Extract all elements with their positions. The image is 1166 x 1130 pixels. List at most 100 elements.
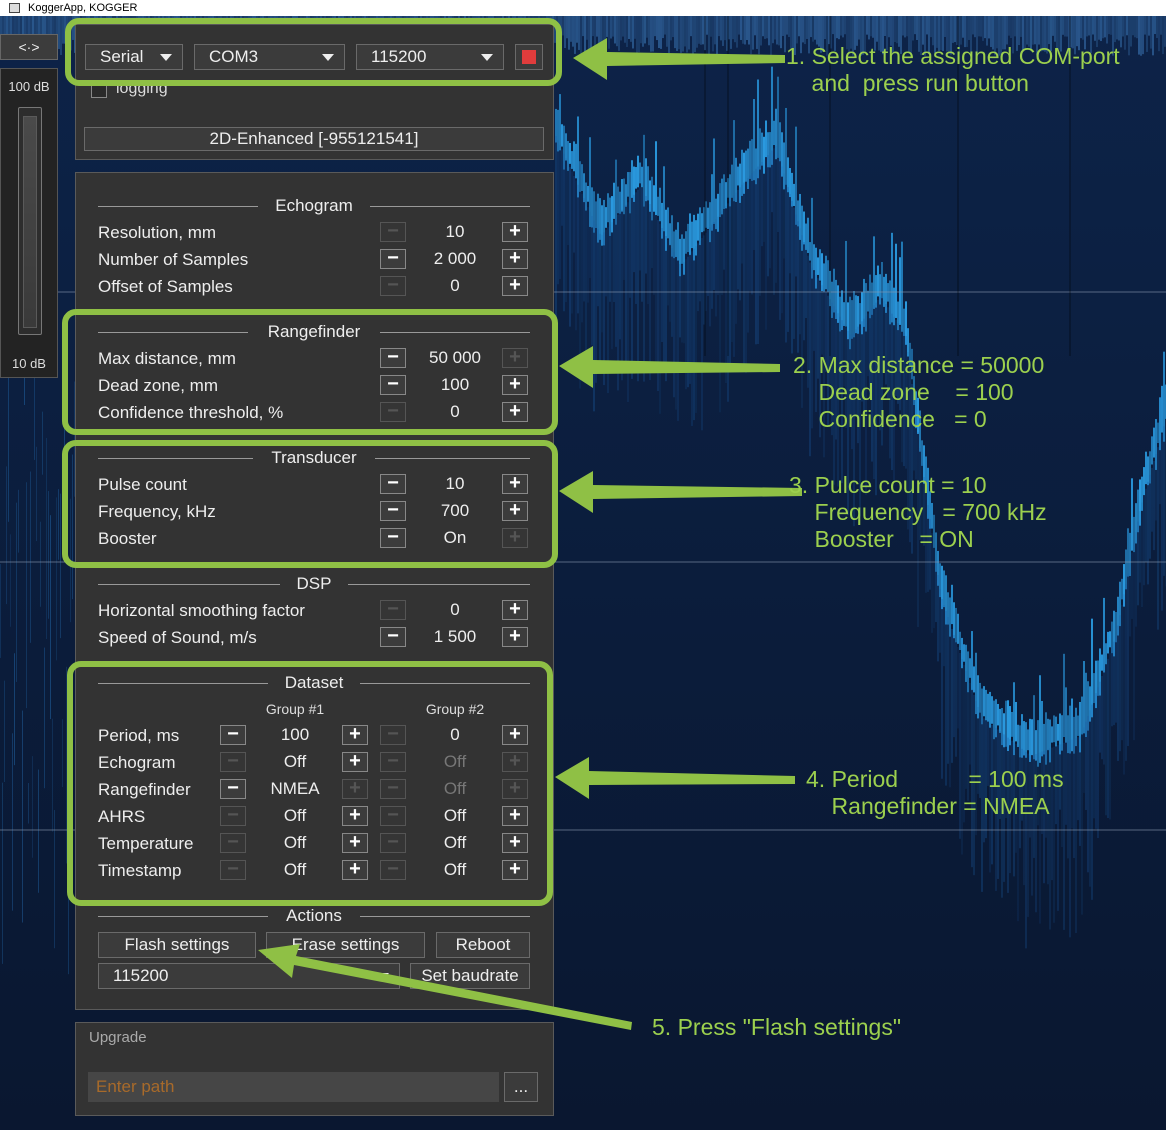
increment-button[interactable]: + bbox=[502, 778, 528, 799]
decrement-button[interactable]: − bbox=[380, 347, 406, 368]
group1-header: Group #1 bbox=[265, 701, 325, 717]
decrement-button[interactable]: − bbox=[380, 778, 406, 799]
booster-label: Booster bbox=[98, 529, 157, 548]
speed-of-sound-label: Speed of Sound, m/s bbox=[98, 628, 257, 647]
period-g2-spinbox[interactable]: −0 + bbox=[380, 723, 530, 747]
increment-button[interactable]: + bbox=[502, 500, 528, 521]
decrement-button[interactable]: − bbox=[380, 275, 406, 296]
period-g1-spinbox[interactable]: −100 + bbox=[220, 723, 370, 747]
samples-spinbox[interactable]: −2 000 + bbox=[380, 247, 530, 271]
reboot-button[interactable]: Reboot bbox=[436, 932, 530, 958]
run-button[interactable] bbox=[515, 44, 543, 70]
arrows-horizontal-icon: <·> bbox=[18, 39, 40, 55]
decrement-button[interactable]: − bbox=[220, 805, 246, 826]
timestamp-g1-spinbox[interactable]: − Off + bbox=[220, 858, 370, 882]
resolution-label: Resolution, mm bbox=[98, 223, 217, 242]
section-dsp: DSP bbox=[98, 573, 530, 595]
increment-button[interactable]: + bbox=[502, 275, 528, 296]
decrement-button[interactable]: − bbox=[380, 527, 406, 548]
connection-type-select[interactable]: Serial bbox=[85, 44, 183, 70]
increment-button[interactable]: + bbox=[502, 832, 528, 853]
logging-checkbox[interactable] bbox=[91, 82, 107, 98]
upgrade-path-input[interactable] bbox=[88, 1072, 499, 1102]
decrement-button[interactable]: − bbox=[380, 221, 406, 242]
decrement-button[interactable]: − bbox=[380, 859, 406, 880]
decrement-button[interactable]: − bbox=[220, 832, 246, 853]
increment-button[interactable]: + bbox=[502, 805, 528, 826]
mode-button[interactable]: 2D-Enhanced [-955121541] bbox=[84, 127, 544, 151]
dead-zone-spinbox[interactable]: −100 + bbox=[380, 373, 530, 397]
increment-button[interactable]: + bbox=[502, 401, 528, 422]
increment-button[interactable]: + bbox=[342, 724, 368, 745]
samples-label: Number of Samples bbox=[98, 250, 249, 269]
confidence-spinbox[interactable]: −0 + bbox=[380, 400, 530, 424]
max-distance-label: Max distance, mm bbox=[98, 349, 236, 368]
ds-rangefinder-label: Rangefinder bbox=[98, 780, 191, 799]
decrement-button[interactable]: − bbox=[380, 374, 406, 395]
decrement-button[interactable]: − bbox=[220, 724, 246, 745]
timestamp-g2-spinbox[interactable]: − Off + bbox=[380, 858, 530, 882]
decrement-button[interactable]: − bbox=[220, 751, 246, 772]
app-icon bbox=[9, 3, 20, 13]
increment-button[interactable]: + bbox=[342, 778, 368, 799]
temperature-g1-spinbox[interactable]: − Off + bbox=[220, 831, 370, 855]
set-baudrate-button[interactable]: Set baudrate bbox=[410, 963, 530, 989]
decrement-button[interactable]: − bbox=[380, 832, 406, 853]
speed-of-sound-spinbox[interactable]: −1 500 + bbox=[380, 625, 530, 649]
decrement-button[interactable]: − bbox=[380, 626, 406, 647]
logging-label: logging bbox=[116, 80, 168, 97]
resolution-spinbox[interactable]: −10 + bbox=[380, 220, 530, 244]
increment-button[interactable]: + bbox=[502, 347, 528, 368]
increment-button[interactable]: + bbox=[342, 751, 368, 772]
decrement-button[interactable]: − bbox=[380, 500, 406, 521]
gain-min-label: 10 dB bbox=[12, 356, 46, 371]
increment-button[interactable]: + bbox=[502, 859, 528, 880]
decrement-button[interactable]: − bbox=[380, 805, 406, 826]
increment-button[interactable]: + bbox=[502, 374, 528, 395]
baud-select[interactable]: 115200 bbox=[356, 44, 504, 70]
ahrs-g1-spinbox[interactable]: − Off + bbox=[220, 804, 370, 828]
increment-button[interactable]: + bbox=[502, 599, 528, 620]
decrement-button[interactable]: − bbox=[220, 859, 246, 880]
temperature-g2-spinbox[interactable]: − Off + bbox=[380, 831, 530, 855]
section-actions: Actions bbox=[98, 905, 530, 927]
frequency-label: Frequency, kHz bbox=[98, 502, 216, 521]
rangefinder-g1-spinbox[interactable]: − NMEA + bbox=[220, 777, 370, 801]
booster-spinbox[interactable]: − On + bbox=[380, 526, 530, 550]
increment-button[interactable]: + bbox=[502, 221, 528, 242]
horizontal-toggle-button[interactable]: <·> bbox=[0, 34, 58, 60]
decrement-button[interactable]: − bbox=[380, 401, 406, 422]
echogram-g1-spinbox[interactable]: − Off + bbox=[220, 750, 370, 774]
gain-slider[interactable]: 100 dB 10 dB bbox=[0, 68, 58, 378]
rangefinder-g2-spinbox[interactable]: − Off + bbox=[380, 777, 530, 801]
increment-button[interactable]: + bbox=[502, 473, 528, 494]
gain-slider-track[interactable] bbox=[18, 107, 42, 335]
increment-button[interactable]: + bbox=[502, 751, 528, 772]
frequency-spinbox[interactable]: −700 + bbox=[380, 499, 530, 523]
increment-button[interactable]: + bbox=[502, 724, 528, 745]
ahrs-g2-spinbox[interactable]: − Off + bbox=[380, 804, 530, 828]
smoothing-spinbox[interactable]: −0 + bbox=[380, 598, 530, 622]
flash-settings-button[interactable]: Flash settings bbox=[98, 932, 256, 958]
decrement-button[interactable]: − bbox=[380, 473, 406, 494]
increment-button[interactable]: + bbox=[502, 527, 528, 548]
gain-slider-handle[interactable] bbox=[23, 116, 37, 328]
com-port-select[interactable]: COM3 bbox=[194, 44, 345, 70]
max-distance-spinbox[interactable]: −50 000 + bbox=[380, 346, 530, 370]
increment-button[interactable]: + bbox=[342, 859, 368, 880]
browse-button[interactable]: ... bbox=[504, 1072, 538, 1102]
increment-button[interactable]: + bbox=[342, 805, 368, 826]
offset-spinbox[interactable]: −0 + bbox=[380, 274, 530, 298]
decrement-button[interactable]: − bbox=[380, 751, 406, 772]
action-baud-select[interactable]: 115200 bbox=[98, 963, 400, 989]
decrement-button[interactable]: − bbox=[380, 248, 406, 269]
pulse-count-spinbox[interactable]: −10 + bbox=[380, 472, 530, 496]
echogram-g2-spinbox[interactable]: − Off + bbox=[380, 750, 530, 774]
decrement-button[interactable]: − bbox=[380, 724, 406, 745]
increment-button[interactable]: + bbox=[502, 248, 528, 269]
decrement-button[interactable]: − bbox=[220, 778, 246, 799]
increment-button[interactable]: + bbox=[342, 832, 368, 853]
increment-button[interactable]: + bbox=[502, 626, 528, 647]
decrement-button[interactable]: − bbox=[380, 599, 406, 620]
erase-settings-button[interactable]: Erase settings bbox=[266, 932, 425, 958]
